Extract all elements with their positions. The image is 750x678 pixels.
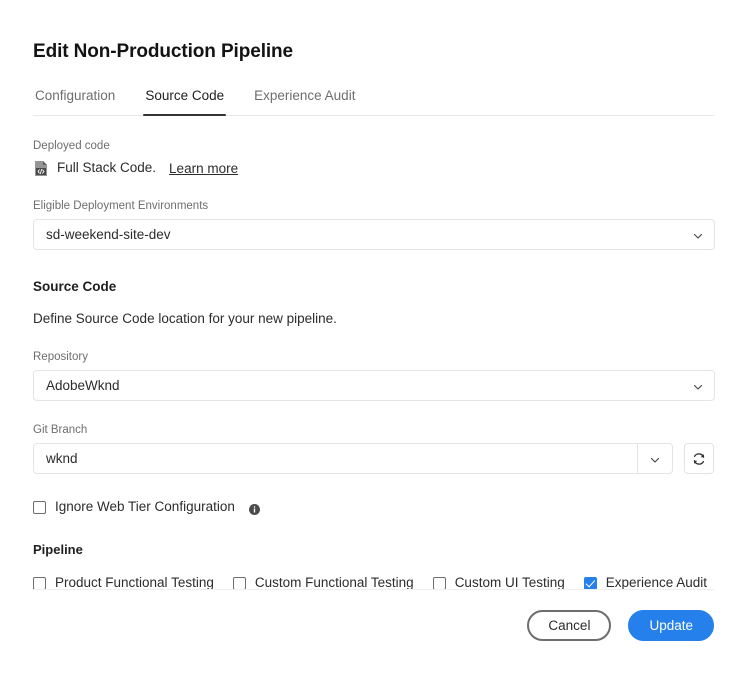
chevron-down-icon [649, 453, 661, 465]
deployed-code-section: Deployed code Full Stack Code. Learn mor… [33, 139, 714, 177]
update-button[interactable]: Update [628, 610, 714, 641]
git-branch-combobox[interactable]: wknd [33, 443, 673, 474]
cancel-button[interactable]: Cancel [527, 610, 611, 641]
custom-ui-testing-checkbox[interactable] [433, 577, 446, 590]
refresh-branches-button[interactable] [684, 443, 714, 474]
ignore-web-tier-label[interactable]: Ignore Web Tier Configuration [55, 498, 235, 516]
ignore-web-tier-checkbox[interactable] [33, 501, 46, 514]
tab-configuration[interactable]: Configuration [33, 88, 117, 115]
deployed-code-text: Full Stack Code. [57, 159, 156, 177]
git-branch-dropdown-button[interactable] [637, 444, 672, 473]
refresh-icon [692, 452, 706, 466]
experience-audit-checkbox[interactable] [584, 577, 597, 590]
pipeline-heading: Pipeline [33, 541, 714, 558]
git-branch-row: wknd [33, 443, 714, 474]
source-code-heading: Source Code [33, 278, 714, 296]
repository-value: AdobeWknd [46, 377, 692, 395]
ignore-web-tier-row[interactable]: Ignore Web Tier Configuration [33, 498, 714, 516]
git-branch-label: Git Branch [33, 423, 714, 437]
environments-value: sd-weekend-site-dev [46, 226, 692, 244]
chevron-down-icon [692, 380, 704, 392]
repository-field: Repository AdobeWknd [33, 350, 714, 401]
info-icon[interactable] [249, 502, 260, 513]
git-branch-field: Git Branch wknd [33, 423, 714, 474]
chevron-down-icon [692, 229, 704, 241]
edit-pipeline-dialog: Edit Non-Production Pipeline Configurati… [0, 0, 750, 678]
custom-functional-testing-checkbox[interactable] [233, 577, 246, 590]
tab-source-code[interactable]: Source Code [143, 88, 226, 115]
tab-experience-audit[interactable]: Experience Audit [252, 88, 357, 115]
environments-select[interactable]: sd-weekend-site-dev [33, 219, 715, 250]
footer-divider [33, 589, 714, 590]
repository-select[interactable]: AdobeWknd [33, 370, 715, 401]
tab-bar: Configuration Source Code Experience Aud… [33, 88, 714, 116]
source-code-description: Define Source Code location for your new… [33, 310, 714, 328]
environments-label: Eligible Deployment Environments [33, 199, 714, 213]
deployed-code-row: Full Stack Code. Learn more [33, 159, 714, 177]
product-functional-testing-checkbox[interactable] [33, 577, 46, 590]
code-file-icon [33, 160, 49, 177]
page-title: Edit Non-Production Pipeline [33, 40, 714, 64]
environments-field: Eligible Deployment Environments sd-week… [33, 199, 714, 250]
deployed-code-label: Deployed code [33, 139, 714, 153]
git-branch-input[interactable]: wknd [34, 444, 637, 473]
learn-more-link[interactable]: Learn more [169, 161, 238, 176]
footer-actions: Cancel Update [0, 610, 714, 641]
repository-label: Repository [33, 350, 714, 364]
